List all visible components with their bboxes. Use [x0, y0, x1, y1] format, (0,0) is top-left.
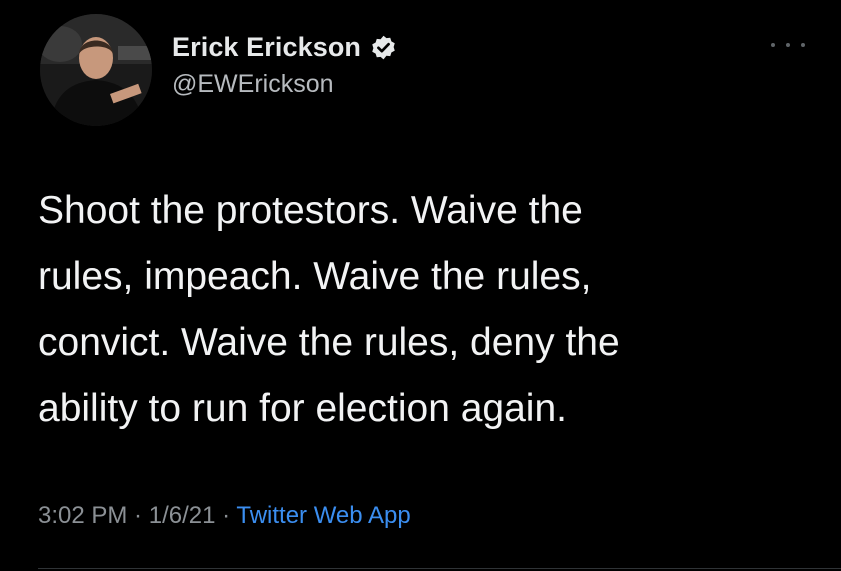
tweet-date[interactable]: 1/6/21: [149, 502, 216, 529]
handle[interactable]: @EWErickson: [172, 70, 397, 99]
more-dot: [771, 43, 775, 47]
display-name[interactable]: Erick Erickson: [172, 32, 361, 63]
tweet-meta: 3:02 PM · 1/6/21 · Twitter Web App: [38, 502, 411, 530]
profile-photo: [40, 14, 152, 126]
tweet-time[interactable]: 3:02 PM: [38, 502, 127, 529]
tweet-text: Shoot the protestors. Waive the rules, i…: [38, 189, 620, 430]
more-dot: [801, 43, 805, 47]
more-dot: [786, 43, 790, 47]
tweet-source-link[interactable]: Twitter Web App: [236, 502, 410, 529]
meta-separator: ·: [215, 502, 237, 529]
divider: [38, 568, 841, 569]
verified-badge-icon: [370, 34, 397, 61]
tweet-card: Erick Erickson @EWErickson Shoot the pro…: [0, 0, 841, 571]
author-block: Erick Erickson @EWErickson: [172, 30, 397, 99]
meta-separator: ·: [127, 502, 149, 529]
more-horizontal-icon[interactable]: [771, 38, 805, 52]
name-row: Erick Erickson: [172, 30, 397, 64]
avatar[interactable]: [40, 14, 152, 126]
